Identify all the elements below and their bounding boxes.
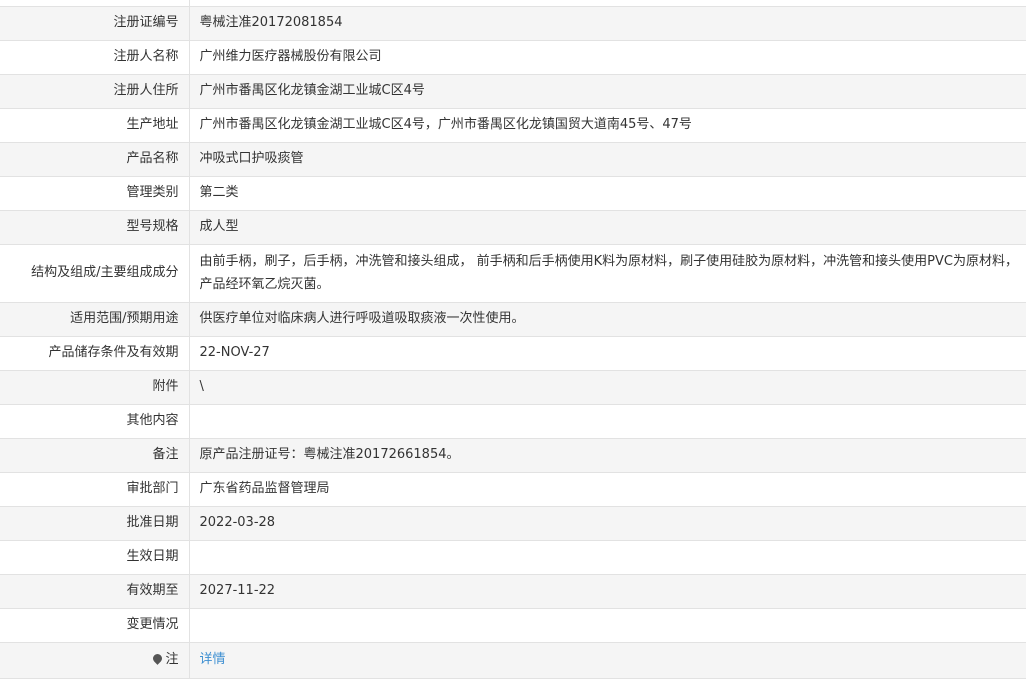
- table-row: 产品名称 冲吸式口护吸痰管: [0, 141, 1026, 177]
- row-value-registration-number: 粤械注准20172081854: [189, 5, 1026, 41]
- row-value-remarks: 原产品注册证号：粤械注准20172661854。: [189, 437, 1026, 473]
- row-label-registrant-address: 注册人住所: [0, 73, 190, 109]
- row-label-management-class: 管理类别: [0, 175, 190, 211]
- row-value-approval-dept: 广东省药品监督管理局: [189, 471, 1026, 507]
- row-value-model-spec: 成人型: [189, 209, 1026, 245]
- row-label-changes: 变更情况: [0, 607, 190, 643]
- table-row: 适用范围/预期用途 供医疗单位对临床病人进行呼吸道吸取痰液一次性使用。: [0, 301, 1026, 337]
- row-value-product-name: 冲吸式口护吸痰管: [189, 141, 1026, 177]
- table-row: 变更情况: [0, 607, 1026, 643]
- row-label-note: 注: [0, 641, 190, 679]
- registration-detail-table: 注册证编号 粤械注准20172081854 注册人名称 广州维力医疗器械股份有限…: [0, 0, 1026, 679]
- table-row: 注册人住所 广州市番禺区化龙镇金湖工业城C区4号: [0, 73, 1026, 109]
- row-label-product-name: 产品名称: [0, 141, 190, 177]
- row-value-effective-date: [189, 539, 1026, 575]
- row-value-composition: 由前手柄，刷子，后手柄，冲洗管和接头组成， 前手柄和后手柄使用K料为原材料，刷子…: [189, 243, 1026, 303]
- row-value-attachment: \: [189, 369, 1026, 405]
- table-row: 产品储存条件及有效期 22-NOV-27: [0, 335, 1026, 371]
- row-label-remarks: 备注: [0, 437, 190, 473]
- row-value-note: 详情: [189, 641, 1026, 679]
- row-label-approval-date: 批准日期: [0, 505, 190, 541]
- table-row: 注册人名称 广州维力医疗器械股份有限公司: [0, 39, 1026, 75]
- row-value-valid-until: 2027-11-22: [189, 573, 1026, 609]
- table-row: 其他内容: [0, 403, 1026, 439]
- row-label-composition: 结构及组成/主要组成成分: [0, 243, 190, 303]
- row-label-storage: 产品储存条件及有效期: [0, 335, 190, 371]
- table-row: 有效期至 2027-11-22: [0, 573, 1026, 609]
- table-row: 批准日期 2022-03-28: [0, 505, 1026, 541]
- table-row: 备注 原产品注册证号：粤械注准20172661854。: [0, 437, 1026, 473]
- row-value-other: [189, 403, 1026, 439]
- row-label-registration-number: 注册证编号: [0, 5, 190, 41]
- table-row: 生效日期: [0, 539, 1026, 575]
- table-row: 生产地址 广州市番禺区化龙镇金湖工业城C区4号，广州市番禺区化龙镇国贸大道南45…: [0, 107, 1026, 143]
- table-row: 注册证编号 粤械注准20172081854: [0, 5, 1026, 41]
- row-value-intended-use: 供医疗单位对临床病人进行呼吸道吸取痰液一次性使用。: [189, 301, 1026, 337]
- row-label-other: 其他内容: [0, 403, 190, 439]
- row-label-registrant-name: 注册人名称: [0, 39, 190, 75]
- details-link[interactable]: 详情: [200, 652, 226, 667]
- table-row: 结构及组成/主要组成成分 由前手柄，刷子，后手柄，冲洗管和接头组成， 前手柄和后…: [0, 243, 1026, 303]
- table-row: 审批部门 广东省药品监督管理局: [0, 471, 1026, 507]
- table-row: 型号规格 成人型: [0, 209, 1026, 245]
- row-label-approval-dept: 审批部门: [0, 471, 190, 507]
- row-label-effective-date: 生效日期: [0, 539, 190, 575]
- table-row: 附件 \: [0, 369, 1026, 405]
- table-row: 管理类别 第二类: [0, 175, 1026, 211]
- pin-icon: [151, 652, 165, 665]
- row-value-registrant-address: 广州市番禺区化龙镇金湖工业城C区4号: [189, 73, 1026, 109]
- row-value-production-address: 广州市番禺区化龙镇金湖工业城C区4号，广州市番禺区化龙镇国贸大道南45号、47号: [189, 107, 1026, 143]
- row-label-valid-until: 有效期至: [0, 573, 190, 609]
- table-row: 注 详情: [0, 641, 1026, 679]
- row-label-production-address: 生产地址: [0, 107, 190, 143]
- row-value-changes: [189, 607, 1026, 643]
- row-value-storage: 22-NOV-27: [189, 335, 1026, 371]
- note-label: 注: [165, 652, 179, 667]
- row-value-registrant-name: 广州维力医疗器械股份有限公司: [189, 39, 1026, 75]
- row-value-management-class: 第二类: [189, 175, 1026, 211]
- row-label-attachment: 附件: [0, 369, 190, 405]
- row-label-model-spec: 型号规格: [0, 209, 190, 245]
- row-label-intended-use: 适用范围/预期用途: [0, 301, 190, 337]
- row-value-approval-date: 2022-03-28: [189, 505, 1026, 541]
